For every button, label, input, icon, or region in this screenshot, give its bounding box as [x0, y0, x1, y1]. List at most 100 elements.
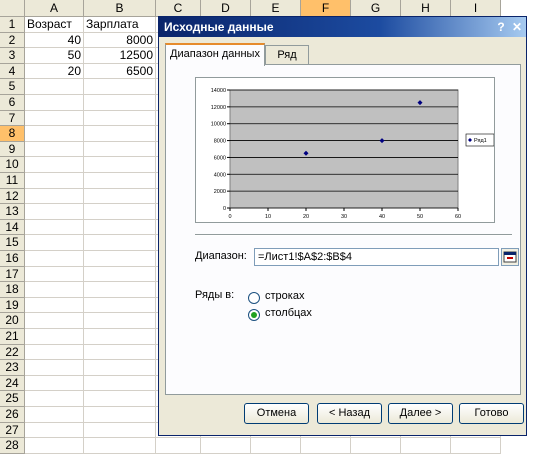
row-header-13[interactable]: 13 — [0, 204, 25, 220]
cell-a5[interactable] — [25, 79, 84, 95]
row-header-19[interactable]: 19 — [0, 297, 25, 314]
row-header-10[interactable]: 10 — [0, 157, 25, 173]
cell-a26[interactable] — [25, 407, 84, 423]
dialog-titlebar[interactable]: Исходные данные — [159, 17, 526, 37]
close-icon[interactable]: ✕ — [510, 20, 524, 34]
cell-g28[interactable] — [351, 438, 401, 454]
cell-a27[interactable] — [25, 422, 84, 439]
column-header-c[interactable]: C — [156, 0, 201, 17]
row-header-1[interactable]: 1 — [0, 17, 25, 33]
row-header-27[interactable]: 27 — [0, 422, 25, 439]
row-header-21[interactable]: 21 — [0, 329, 25, 345]
row-header-17[interactable]: 17 — [0, 266, 25, 283]
cell-a22[interactable] — [25, 344, 84, 361]
cell-b4[interactable]: 6500 — [84, 63, 156, 80]
radio-columns-label[interactable]: столбцах — [265, 307, 312, 319]
row-header-25[interactable]: 25 — [0, 391, 25, 407]
select-all-corner[interactable] — [0, 0, 25, 17]
cell-a12[interactable] — [25, 188, 84, 205]
help-icon[interactable]: ? — [494, 20, 508, 34]
cell-b24[interactable] — [84, 375, 156, 392]
cell-a14[interactable] — [25, 219, 84, 236]
cell-b5[interactable] — [84, 79, 156, 95]
row-header-28[interactable]: 28 — [0, 438, 25, 454]
cell-b15[interactable] — [84, 235, 156, 251]
cell-a25[interactable] — [25, 391, 84, 407]
column-header-i[interactable]: I — [451, 0, 501, 17]
cell-a3[interactable]: 50 — [25, 48, 84, 64]
cell-a23[interactable] — [25, 360, 84, 376]
cell-b25[interactable] — [84, 391, 156, 407]
cell-b2[interactable]: 8000 — [84, 32, 156, 49]
cell-a19[interactable] — [25, 297, 84, 314]
cell-b23[interactable] — [84, 360, 156, 376]
cell-b14[interactable] — [84, 219, 156, 236]
row-header-6[interactable]: 6 — [0, 95, 25, 111]
cell-a9[interactable] — [25, 141, 84, 158]
cell-b19[interactable] — [84, 297, 156, 314]
row-header-9[interactable]: 9 — [0, 141, 25, 158]
cell-h28[interactable] — [401, 438, 451, 454]
cell-a21[interactable] — [25, 329, 84, 345]
cell-b13[interactable] — [84, 204, 156, 220]
cell-i28[interactable] — [451, 438, 501, 454]
cell-a10[interactable] — [25, 157, 84, 173]
row-header-5[interactable]: 5 — [0, 79, 25, 95]
cell-b9[interactable] — [84, 141, 156, 158]
row-header-8[interactable]: 8 — [0, 126, 25, 142]
cell-b18[interactable] — [84, 282, 156, 298]
row-header-22[interactable]: 22 — [0, 344, 25, 361]
cell-b21[interactable] — [84, 329, 156, 345]
column-header-b[interactable]: B — [84, 0, 156, 17]
finish-button[interactable]: Готово — [459, 403, 524, 424]
cell-a4[interactable]: 20 — [25, 63, 84, 80]
cell-c28[interactable] — [156, 438, 201, 454]
cell-a7[interactable] — [25, 110, 84, 127]
row-header-7[interactable]: 7 — [0, 110, 25, 127]
cell-b22[interactable] — [84, 344, 156, 361]
cell-a11[interactable] — [25, 173, 84, 189]
cell-a8[interactable] — [25, 126, 84, 142]
column-header-d[interactable]: D — [201, 0, 251, 17]
column-header-a[interactable]: A — [25, 0, 84, 17]
next-button[interactable]: Далее > — [388, 403, 453, 424]
cell-b20[interactable] — [84, 313, 156, 329]
cell-a28[interactable] — [25, 438, 84, 454]
cell-b1[interactable]: Зарплата — [84, 17, 156, 33]
cell-b28[interactable] — [84, 438, 156, 454]
column-header-e[interactable]: E — [251, 0, 301, 17]
column-header-g[interactable]: G — [351, 0, 401, 17]
collapse-dialog-button[interactable] — [501, 248, 519, 266]
cell-a18[interactable] — [25, 282, 84, 298]
tab-series[interactable]: Ряд — [265, 45, 309, 65]
row-header-23[interactable]: 23 — [0, 360, 25, 376]
row-header-15[interactable]: 15 — [0, 235, 25, 251]
row-header-3[interactable]: 3 — [0, 48, 25, 64]
cell-a16[interactable] — [25, 251, 84, 267]
row-header-16[interactable]: 16 — [0, 251, 25, 267]
row-header-18[interactable]: 18 — [0, 282, 25, 298]
cell-b3[interactable]: 12500 — [84, 48, 156, 64]
cell-b16[interactable] — [84, 251, 156, 267]
cell-e28[interactable] — [251, 438, 301, 454]
cell-b11[interactable] — [84, 173, 156, 189]
cell-a2[interactable]: 40 — [25, 32, 84, 49]
radio-rows-label[interactable]: строках — [265, 290, 304, 302]
row-header-4[interactable]: 4 — [0, 63, 25, 80]
cell-b12[interactable] — [84, 188, 156, 205]
row-header-14[interactable]: 14 — [0, 219, 25, 236]
row-header-11[interactable]: 11 — [0, 173, 25, 189]
cell-b26[interactable] — [84, 407, 156, 423]
back-button[interactable]: < Назад — [317, 403, 382, 424]
cell-a1[interactable]: Возраст — [25, 17, 84, 33]
cell-a24[interactable] — [25, 375, 84, 392]
cell-a6[interactable] — [25, 95, 84, 111]
cell-f28[interactable] — [301, 438, 351, 454]
row-header-2[interactable]: 2 — [0, 32, 25, 49]
cell-b10[interactable] — [84, 157, 156, 173]
cell-a17[interactable] — [25, 266, 84, 283]
range-input[interactable]: =Лист1!$A$2:$B$4 — [254, 248, 499, 266]
cell-a20[interactable] — [25, 313, 84, 329]
cell-b8[interactable] — [84, 126, 156, 142]
row-header-12[interactable]: 12 — [0, 188, 25, 205]
